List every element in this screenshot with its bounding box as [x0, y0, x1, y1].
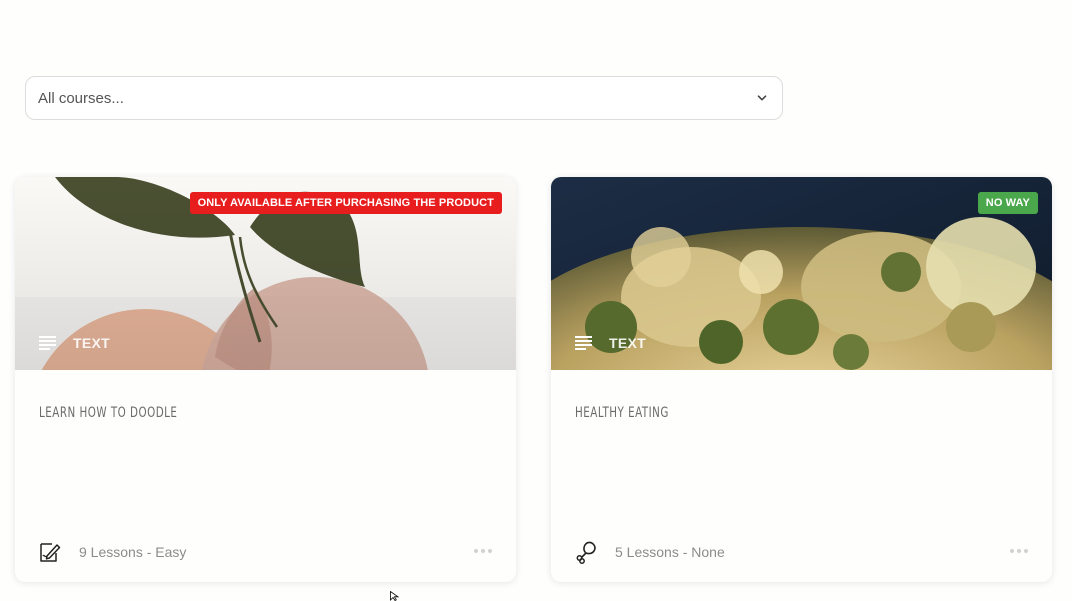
content-type-text: TEXT — [73, 335, 110, 351]
content-type-label: TEXT — [39, 335, 110, 351]
content-type-label: TEXT — [575, 335, 646, 351]
course-card[interactable]: NO WAY TEXT HEALTHY EATING 5 Lessons - N… — [551, 177, 1052, 582]
course-thumbnail[interactable]: NO WAY TEXT — [551, 177, 1052, 370]
drumstick-icon — [576, 541, 596, 564]
course-footer: 9 Lessons - Easy — [37, 539, 492, 565]
pencil-document-icon — [40, 543, 61, 562]
course-title[interactable]: LEARN HOW TO DOODLE — [39, 405, 177, 421]
dot — [488, 549, 492, 553]
more-options-button[interactable] — [1010, 549, 1028, 555]
course-thumbnail[interactable]: ONLY AVAILABLE AFTER PURCHASING THE PROD… — [15, 177, 516, 370]
text-lines-icon — [39, 336, 56, 350]
course-title[interactable]: HEALTHY EATING — [575, 405, 669, 421]
availability-badge: ONLY AVAILABLE AFTER PURCHASING THE PROD… — [189, 192, 502, 214]
dot — [1010, 549, 1014, 553]
dot — [474, 549, 478, 553]
course-filter-select[interactable]: All courses... — [25, 76, 783, 120]
dot — [1024, 549, 1028, 553]
lesson-count-difficulty: 5 Lessons - None — [615, 544, 725, 560]
chevron-down-icon — [757, 95, 767, 101]
dot — [481, 549, 485, 553]
status-badge: NO WAY — [977, 192, 1038, 214]
text-lines-icon — [575, 336, 592, 350]
lesson-count-difficulty: 9 Lessons - Easy — [79, 544, 187, 560]
course-card[interactable]: ONLY AVAILABLE AFTER PURCHASING THE PROD… — [15, 177, 516, 582]
more-options-button[interactable] — [474, 549, 492, 555]
course-footer: 5 Lessons - None — [573, 539, 1028, 565]
dot — [1017, 549, 1021, 553]
course-filter-value: All courses... — [38, 89, 124, 107]
content-type-text: TEXT — [609, 335, 646, 351]
